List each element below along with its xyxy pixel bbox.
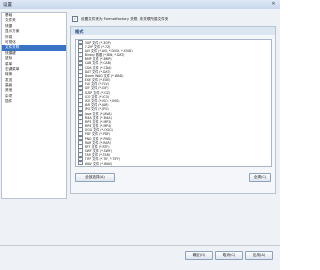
- close-icon[interactable]: ✕: [269, 1, 278, 7]
- format-checkbox[interactable]: ✓: [78, 160, 83, 166]
- format-label: WAV 文件 (*.WAV): [84, 161, 113, 166]
- associate-checkbox[interactable]: ✓: [72, 16, 78, 22]
- associate-row[interactable]: ✓ 设置文件夹为 Formatfactory 关联, 非关联所属文件夹: [72, 16, 168, 22]
- format-checklist[interactable]: ✓ 3GP 文件 (*.3GP) ✓ 7-ZIP 文件 (*.7Z) ✓ AVI 文件 (…: [75, 39, 272, 167]
- settings-dialog: 基础 文件夹 快捷 显示方案 外观 可视化 文件关联 快捷键 鼠标 菜单 右键菜单 转换 发送 高级 其他杂…: [0, 9, 280, 270]
- footer-divider: [0, 245, 280, 246]
- window-title: 设置: [3, 3, 12, 8]
- format-list-item[interactable]: ✓ WAV 文件 (*.WAV): [76, 160, 271, 166]
- formats-group-title: 格式: [75, 28, 84, 34]
- cancel-button[interactable]: 取消(C): [215, 251, 243, 260]
- select-all-button[interactable]: 全部选择(A): [75, 173, 115, 182]
- associate-label: 设置文件夹为 Formatfactory 关联, 非关联所属文件夹: [81, 16, 169, 21]
- sidebar-item[interactable]: 插件: [2, 99, 66, 104]
- formats-group: 格式 ✓ 3GP 文件 (*.3GP) ✓ 7-ZIP 文件 (*.7Z) ✓ AVI 文…: [70, 26, 276, 194]
- settings-panel: ✓ 设置文件夹为 Formatfactory 关联, 非关联所属文件夹 格式 ✓…: [68, 12, 278, 197]
- settings-category-list[interactable]: 基础 文件夹 快捷 显示方案 外观 可视化 文件关联 快捷键 鼠标 菜单 右键菜单 转换 发送 高级 其他杂…: [1, 12, 67, 199]
- apply-button[interactable]: 应用(A): [245, 251, 273, 260]
- clear-button[interactable]: 全清(C): [249, 173, 271, 182]
- formats-group-header: 格式: [71, 27, 275, 35]
- ok-button[interactable]: 确定(O): [185, 251, 213, 260]
